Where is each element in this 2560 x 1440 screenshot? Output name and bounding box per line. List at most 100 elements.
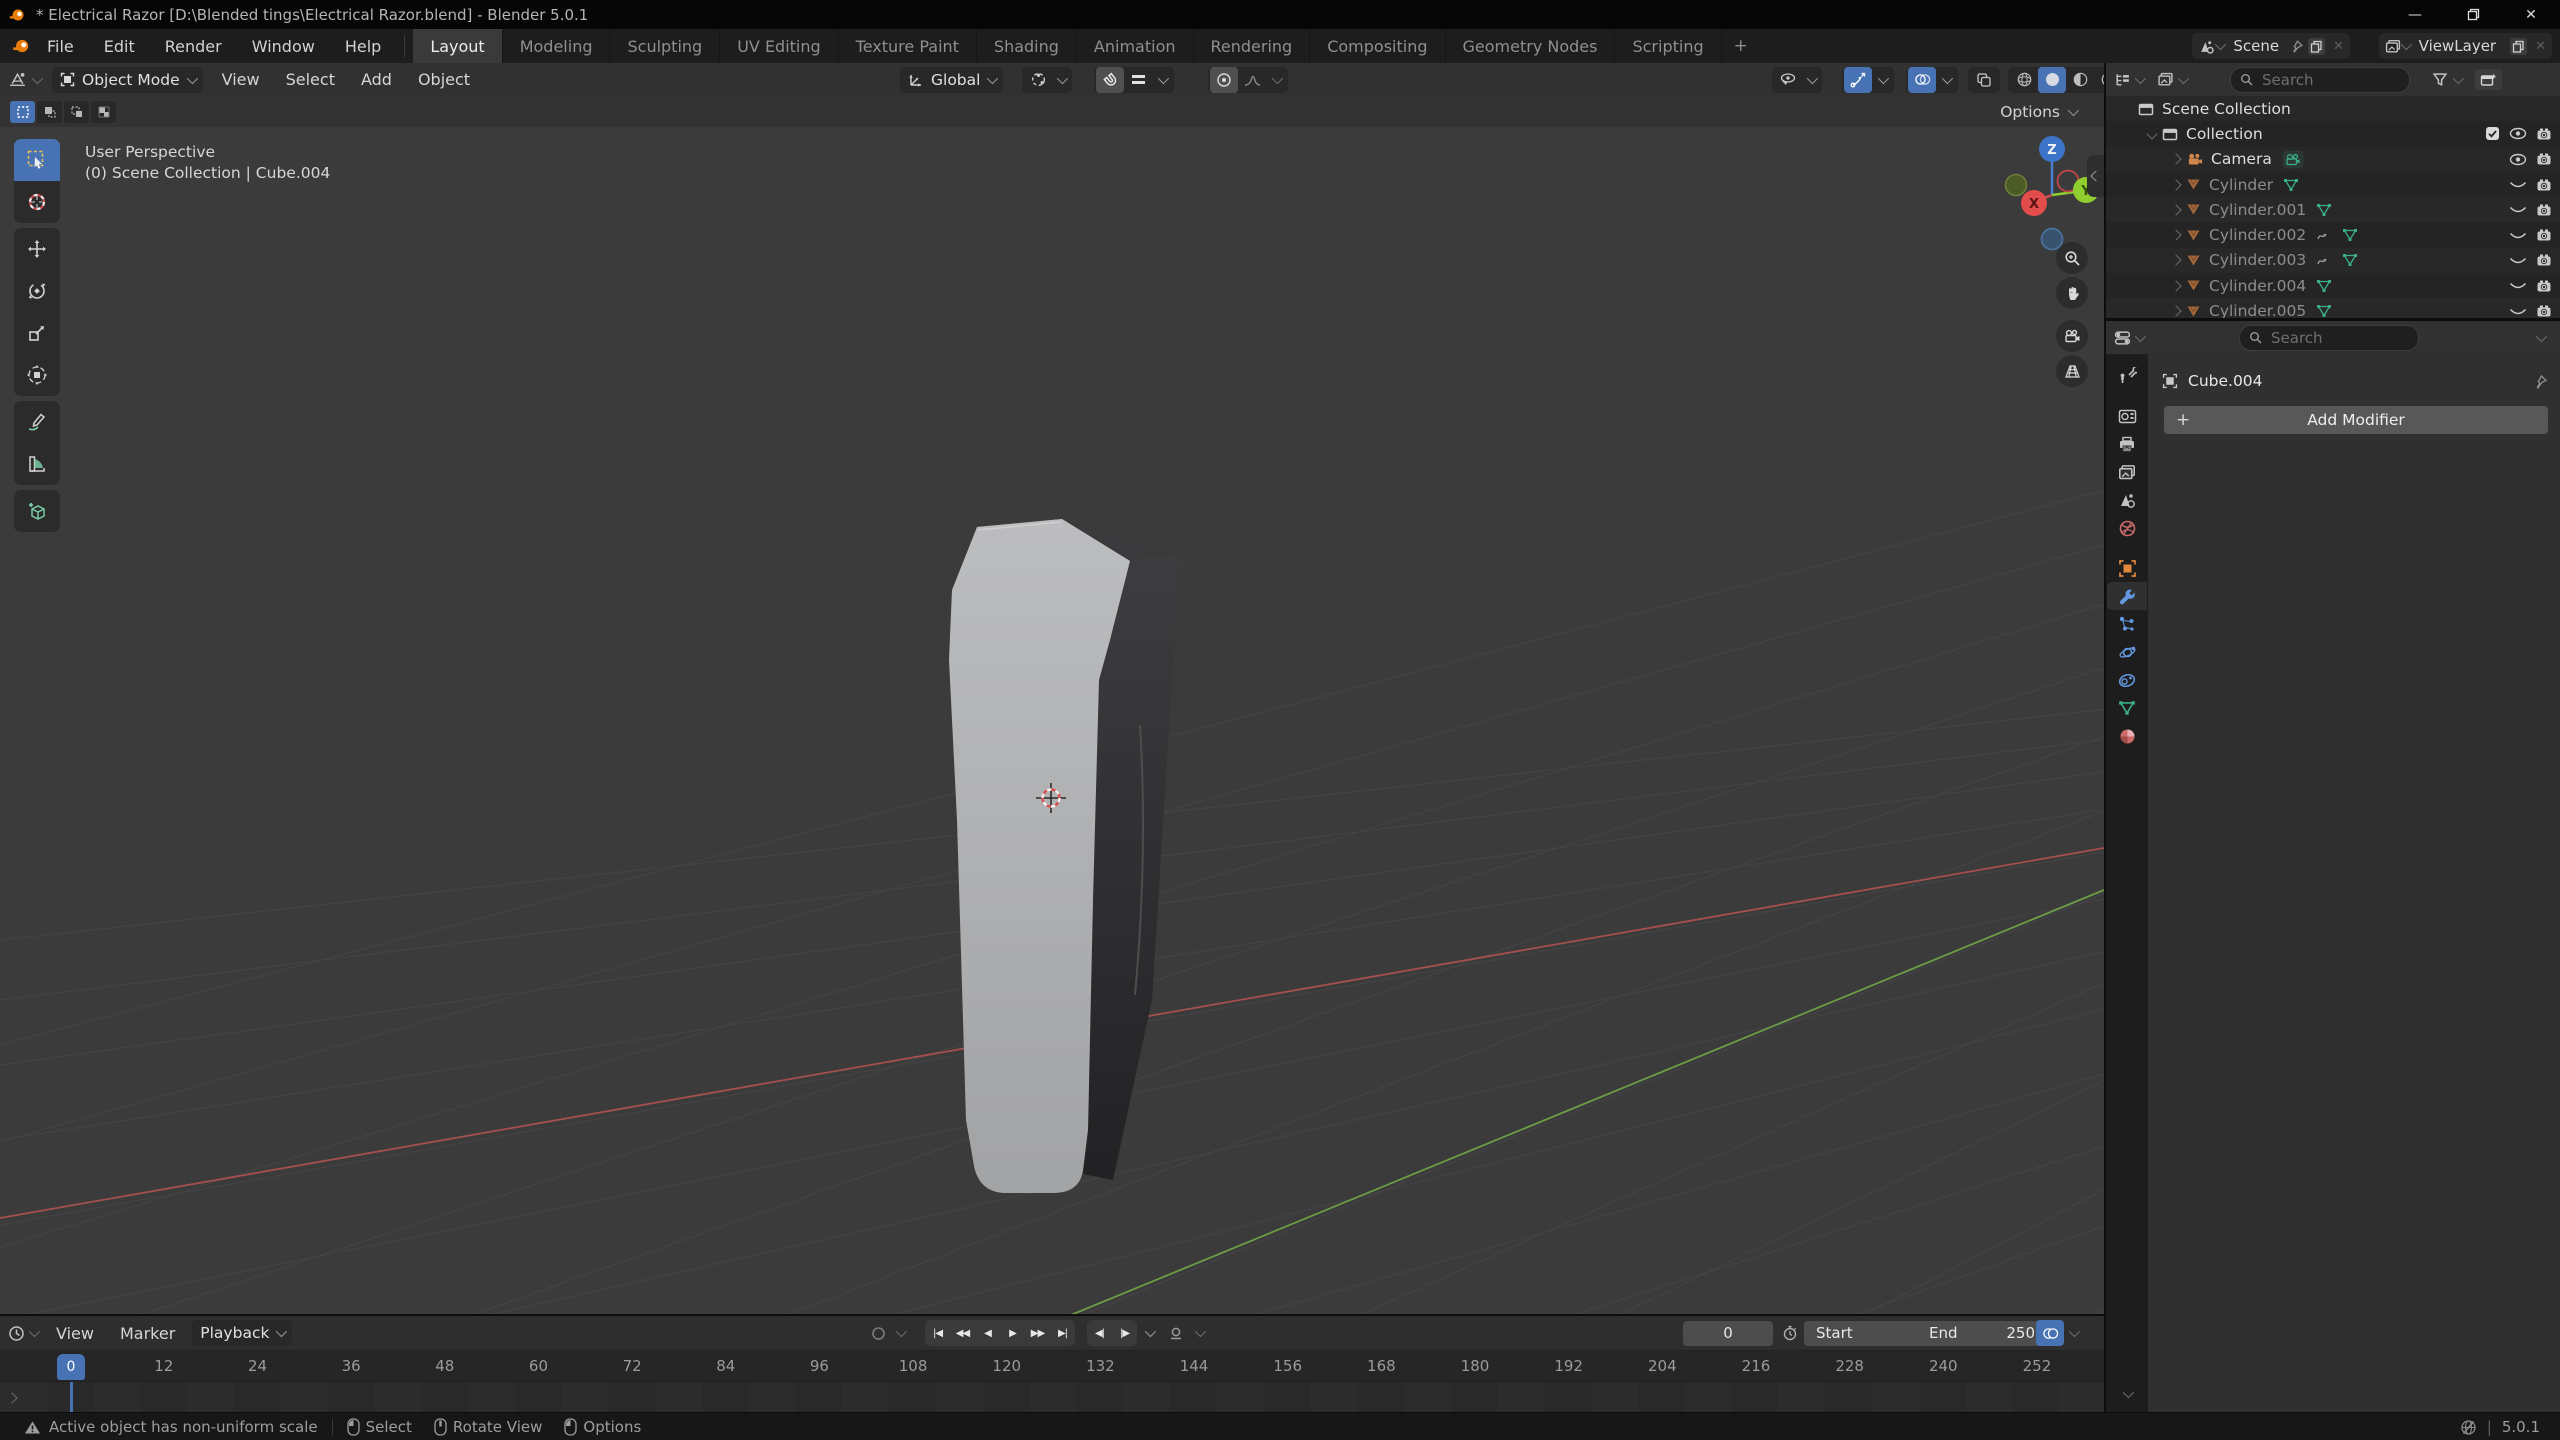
eye-closed-icon[interactable] — [2509, 229, 2527, 242]
transform-tool[interactable] — [14, 354, 60, 396]
show-gizmo-toggle[interactable] — [1844, 66, 1872, 93]
camera-view-button[interactable] — [2056, 320, 2088, 352]
camera-visibility-icon[interactable] — [2536, 178, 2552, 192]
properties-editor-selector[interactable] — [2114, 330, 2147, 346]
axis-neg-x-handle[interactable] — [2004, 173, 2028, 197]
add-modifier-button[interactable]: + Add Modifier — [2164, 406, 2548, 434]
menu-item[interactable]: Render — [150, 29, 237, 63]
camera-visibility-icon[interactable] — [2536, 253, 2552, 267]
tab-physics[interactable] — [2107, 638, 2147, 666]
select-mode-invert-button[interactable] — [91, 100, 116, 123]
camera-visibility-icon[interactable] — [2536, 228, 2552, 242]
tab-material[interactable] — [2107, 722, 2147, 750]
playback-menu-label[interactable]: Playback — [200, 1324, 269, 1342]
workspace-tab[interactable]: Animation — [1076, 29, 1194, 63]
eye-closed-icon[interactable] — [2509, 178, 2527, 191]
outliner-row[interactable]: Scene Collection — [2106, 96, 2560, 122]
solid-shading-button[interactable] — [2038, 66, 2066, 93]
timeline-ruler[interactable]: 12 24 36 48 60 72 84 96 108 120 132 144 156 168 180 192… — [0, 1351, 2104, 1382]
menu-item[interactable]: Window — [237, 29, 330, 63]
playback-button[interactable]: ◀◀ — [950, 1320, 975, 1346]
move-tool[interactable] — [14, 228, 60, 270]
playback-button[interactable]: ▶ — [1000, 1320, 1025, 1346]
channel-expand-chevron[interactable] — [6, 1392, 18, 1404]
outliner-row[interactable]: Cylinder.005 — [2106, 298, 2560, 318]
expand-chevron-icon[interactable] — [2166, 229, 2186, 241]
eye-open-icon[interactable] — [2509, 153, 2527, 166]
workspace-tab[interactable]: UV Editing — [720, 29, 839, 63]
outliner-filter[interactable] — [2432, 72, 2465, 87]
add-workspace-button[interactable]: + — [1722, 36, 1760, 56]
tab-modifiers[interactable] — [2107, 582, 2147, 610]
frame-end-field[interactable]: End 250 — [1917, 1320, 2047, 1346]
eye-open-icon[interactable] — [2509, 127, 2527, 140]
tabs-overflow-chevron[interactable] — [2122, 1386, 2135, 1399]
workspace-tab[interactable]: Modeling — [502, 29, 611, 63]
camera-visibility-icon[interactable] — [2536, 279, 2552, 293]
frame-step-button[interactable]: ◀| — [1087, 1320, 1112, 1346]
annotate-tool[interactable] — [14, 401, 60, 443]
viewport-menu-item[interactable]: Object — [405, 70, 483, 89]
add-cube-tool[interactable] — [14, 490, 60, 532]
expand-chevron-icon[interactable] — [2166, 254, 2186, 267]
eye-closed-icon[interactable] — [2509, 279, 2527, 292]
cursor-tool[interactable] — [14, 181, 60, 223]
select-mode-set-button[interactable] — [10, 100, 35, 123]
eye-closed-icon[interactable] — [2509, 203, 2527, 216]
playback-button[interactable]: ▶| — [1050, 1320, 1075, 1346]
options-dropdown[interactable]: Options — [2000, 103, 2080, 121]
timeline-view-menu[interactable]: View — [43, 1324, 107, 1343]
tab-tool[interactable] — [2107, 362, 2147, 390]
orthographic-toggle-button[interactable] — [2056, 355, 2088, 387]
active-object-name[interactable]: Cube.004 — [2188, 372, 2263, 390]
workspace-tab[interactable]: Rendering — [1193, 29, 1311, 63]
rotate-tool[interactable] — [14, 270, 60, 312]
proportional-edit-toggle[interactable] — [1210, 66, 1238, 93]
snap-to-selector[interactable] — [1124, 67, 1152, 93]
workspace-tab[interactable]: Scripting — [1615, 29, 1722, 63]
outliner-row[interactable]: Cylinder — [2106, 172, 2560, 197]
expand-chevron-icon[interactable] — [2166, 178, 2186, 191]
tab-object-data[interactable] — [2107, 694, 2147, 722]
eye-closed-icon[interactable] — [2509, 305, 2527, 318]
timeline-marker-menu[interactable]: Marker — [107, 1324, 188, 1343]
menu-item[interactable]: Edit — [89, 29, 150, 63]
chevron-down-icon[interactable] — [2535, 330, 2548, 342]
camera-visibility-icon[interactable] — [2536, 304, 2552, 318]
xray-toggle[interactable] — [1968, 66, 2000, 93]
wireframe-shading-button[interactable] — [2010, 67, 2038, 93]
outliner-row[interactable]: Cylinder.002 — [2106, 222, 2560, 247]
camera-visibility-icon[interactable] — [2536, 203, 2552, 217]
expand-chevron-icon[interactable] — [2166, 153, 2186, 165]
use-preview-range-button[interactable] — [1776, 1320, 1804, 1346]
select-box-tool[interactable] — [14, 139, 60, 181]
select-mode-subtract-button[interactable] — [64, 100, 89, 123]
playback-button[interactable]: ▶▶ — [1025, 1320, 1050, 1346]
timeline-track-area[interactable] — [0, 1382, 2104, 1414]
razor-mesh-object[interactable] — [949, 519, 1180, 1193]
tab-particles[interactable] — [2107, 610, 2147, 638]
mode-selector[interactable]: Object Mode — [52, 66, 203, 93]
expand-chevron-icon[interactable] — [2142, 128, 2162, 140]
playback-button[interactable]: |◀ — [925, 1320, 950, 1346]
copy-viewlayer-button[interactable] — [2510, 37, 2528, 55]
pin-icon[interactable] — [2532, 374, 2548, 390]
eye-closed-icon[interactable] — [2509, 254, 2527, 267]
timeline-editor-selector[interactable] — [8, 1325, 41, 1342]
expand-chevron-icon[interactable] — [2166, 305, 2186, 317]
workspace-tab[interactable]: Compositing — [1310, 29, 1446, 63]
expand-chevron-icon[interactable] — [2166, 280, 2186, 292]
viewlayer-selector[interactable]: ViewLayer ✕ — [2378, 33, 2552, 59]
properties-search[interactable] — [2239, 324, 2419, 351]
current-frame-field[interactable]: 0 — [1683, 1320, 1773, 1346]
outliner-row[interactable]: Cylinder.001 — [2106, 197, 2560, 223]
collection-checkbox[interactable] — [2485, 126, 2500, 141]
playhead[interactable]: 0 — [57, 1354, 85, 1380]
tab-constraints[interactable] — [2107, 666, 2147, 694]
playback-sync-button[interactable] — [2036, 1320, 2064, 1346]
viewport-menu-item[interactable]: Select — [273, 70, 348, 89]
transform-orientation-selector[interactable]: Global — [900, 66, 1004, 93]
show-overlays-toggle[interactable] — [1908, 66, 1936, 93]
workspace-tab[interactable]: Texture Paint — [838, 29, 977, 63]
close-button[interactable]: ✕ — [2502, 0, 2560, 29]
